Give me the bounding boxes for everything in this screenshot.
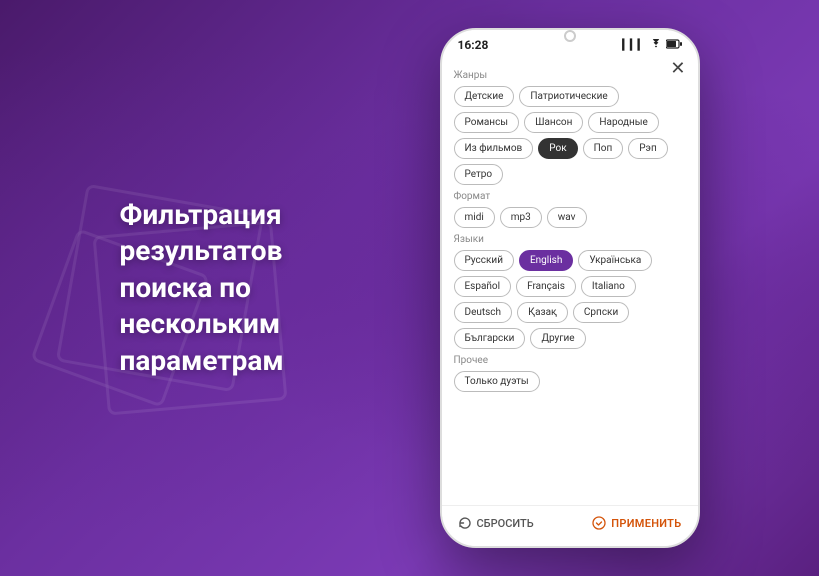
tag-български[interactable]: Български (454, 328, 526, 349)
reset-button[interactable]: СБРОСИТЬ (458, 516, 534, 530)
tag-только-дуэты[interactable]: Только дуэты (454, 371, 540, 392)
languages-tags: Русский English Українська Español Franç… (454, 250, 686, 349)
genres-section: Жанры Детские Патриотические Романсы Шан… (454, 70, 686, 185)
format-tags: midi mp3 wav (454, 207, 686, 228)
tag-казак[interactable]: Қазақ (517, 302, 568, 323)
status-icons: ▎▎▎ (622, 39, 681, 52)
tag-mp3[interactable]: mp3 (500, 207, 542, 228)
tag-рок[interactable]: Рок (538, 138, 577, 159)
status-time: 16:28 (458, 38, 489, 52)
other-label: Прочее (454, 355, 686, 366)
tag-рэп[interactable]: Рэп (628, 138, 667, 159)
battery-icon (666, 39, 682, 52)
other-tags: Только дуэты (454, 371, 686, 392)
languages-label: Языки (454, 234, 686, 245)
tag-патриотические[interactable]: Патриотические (519, 86, 618, 107)
tag-поп[interactable]: Поп (583, 138, 624, 159)
tag-шансон[interactable]: Шансон (524, 112, 583, 133)
signal-icon: ▎▎▎ (622, 40, 645, 51)
reset-label: СБРОСИТЬ (477, 517, 534, 530)
tag-народные[interactable]: Народные (588, 112, 658, 133)
phone-notch (564, 30, 576, 42)
languages-section: Языки Русский English Українська Español… (454, 234, 686, 349)
tag-ретро[interactable]: Ретро (454, 164, 504, 185)
phone-mockup: 16:28 ▎▎▎ (440, 28, 700, 548)
tag-francais[interactable]: Français (516, 276, 576, 297)
filter-content: Жанры Детские Патриотические Романсы Шан… (442, 56, 698, 505)
apply-label: ПРИМЕНИТЬ (611, 517, 681, 530)
tag-русский[interactable]: Русский (454, 250, 514, 271)
tag-српски[interactable]: Српски (573, 302, 629, 323)
hero-text: Фильтрация результатов поиска по несколь… (120, 197, 380, 379)
genres-tags: Детские Патриотические Романсы Шансон На… (454, 86, 686, 185)
tag-wav[interactable]: wav (547, 207, 587, 228)
tag-детские[interactable]: Детские (454, 86, 515, 107)
tag-midi[interactable]: midi (454, 207, 495, 228)
format-label: Формат (454, 191, 686, 202)
tag-english[interactable]: English (519, 250, 573, 271)
tag-espanol[interactable]: Español (454, 276, 512, 297)
phone-footer: СБРОСИТЬ ПРИМЕНИТЬ (442, 505, 698, 546)
main-content: Фильтрация результатов поиска по несколь… (120, 28, 700, 548)
close-button[interactable]: ✕ (670, 58, 685, 79)
tag-italiano[interactable]: Italiano (581, 276, 636, 297)
tag-deutsch[interactable]: Deutsch (454, 302, 513, 323)
tag-из-фильмов[interactable]: Из фильмов (454, 138, 534, 159)
tag-украинска[interactable]: Українська (578, 250, 652, 271)
other-section: Прочее Только дуэты (454, 355, 686, 392)
tag-романсы[interactable]: Романсы (454, 112, 520, 133)
tag-другие[interactable]: Другие (530, 328, 585, 349)
format-section: Формат midi mp3 wav (454, 191, 686, 228)
wifi-icon (650, 39, 662, 52)
apply-icon (592, 516, 606, 530)
genres-label: Жанры (454, 70, 686, 81)
reset-icon (458, 516, 472, 530)
apply-button[interactable]: ПРИМЕНИТЬ (592, 516, 681, 530)
